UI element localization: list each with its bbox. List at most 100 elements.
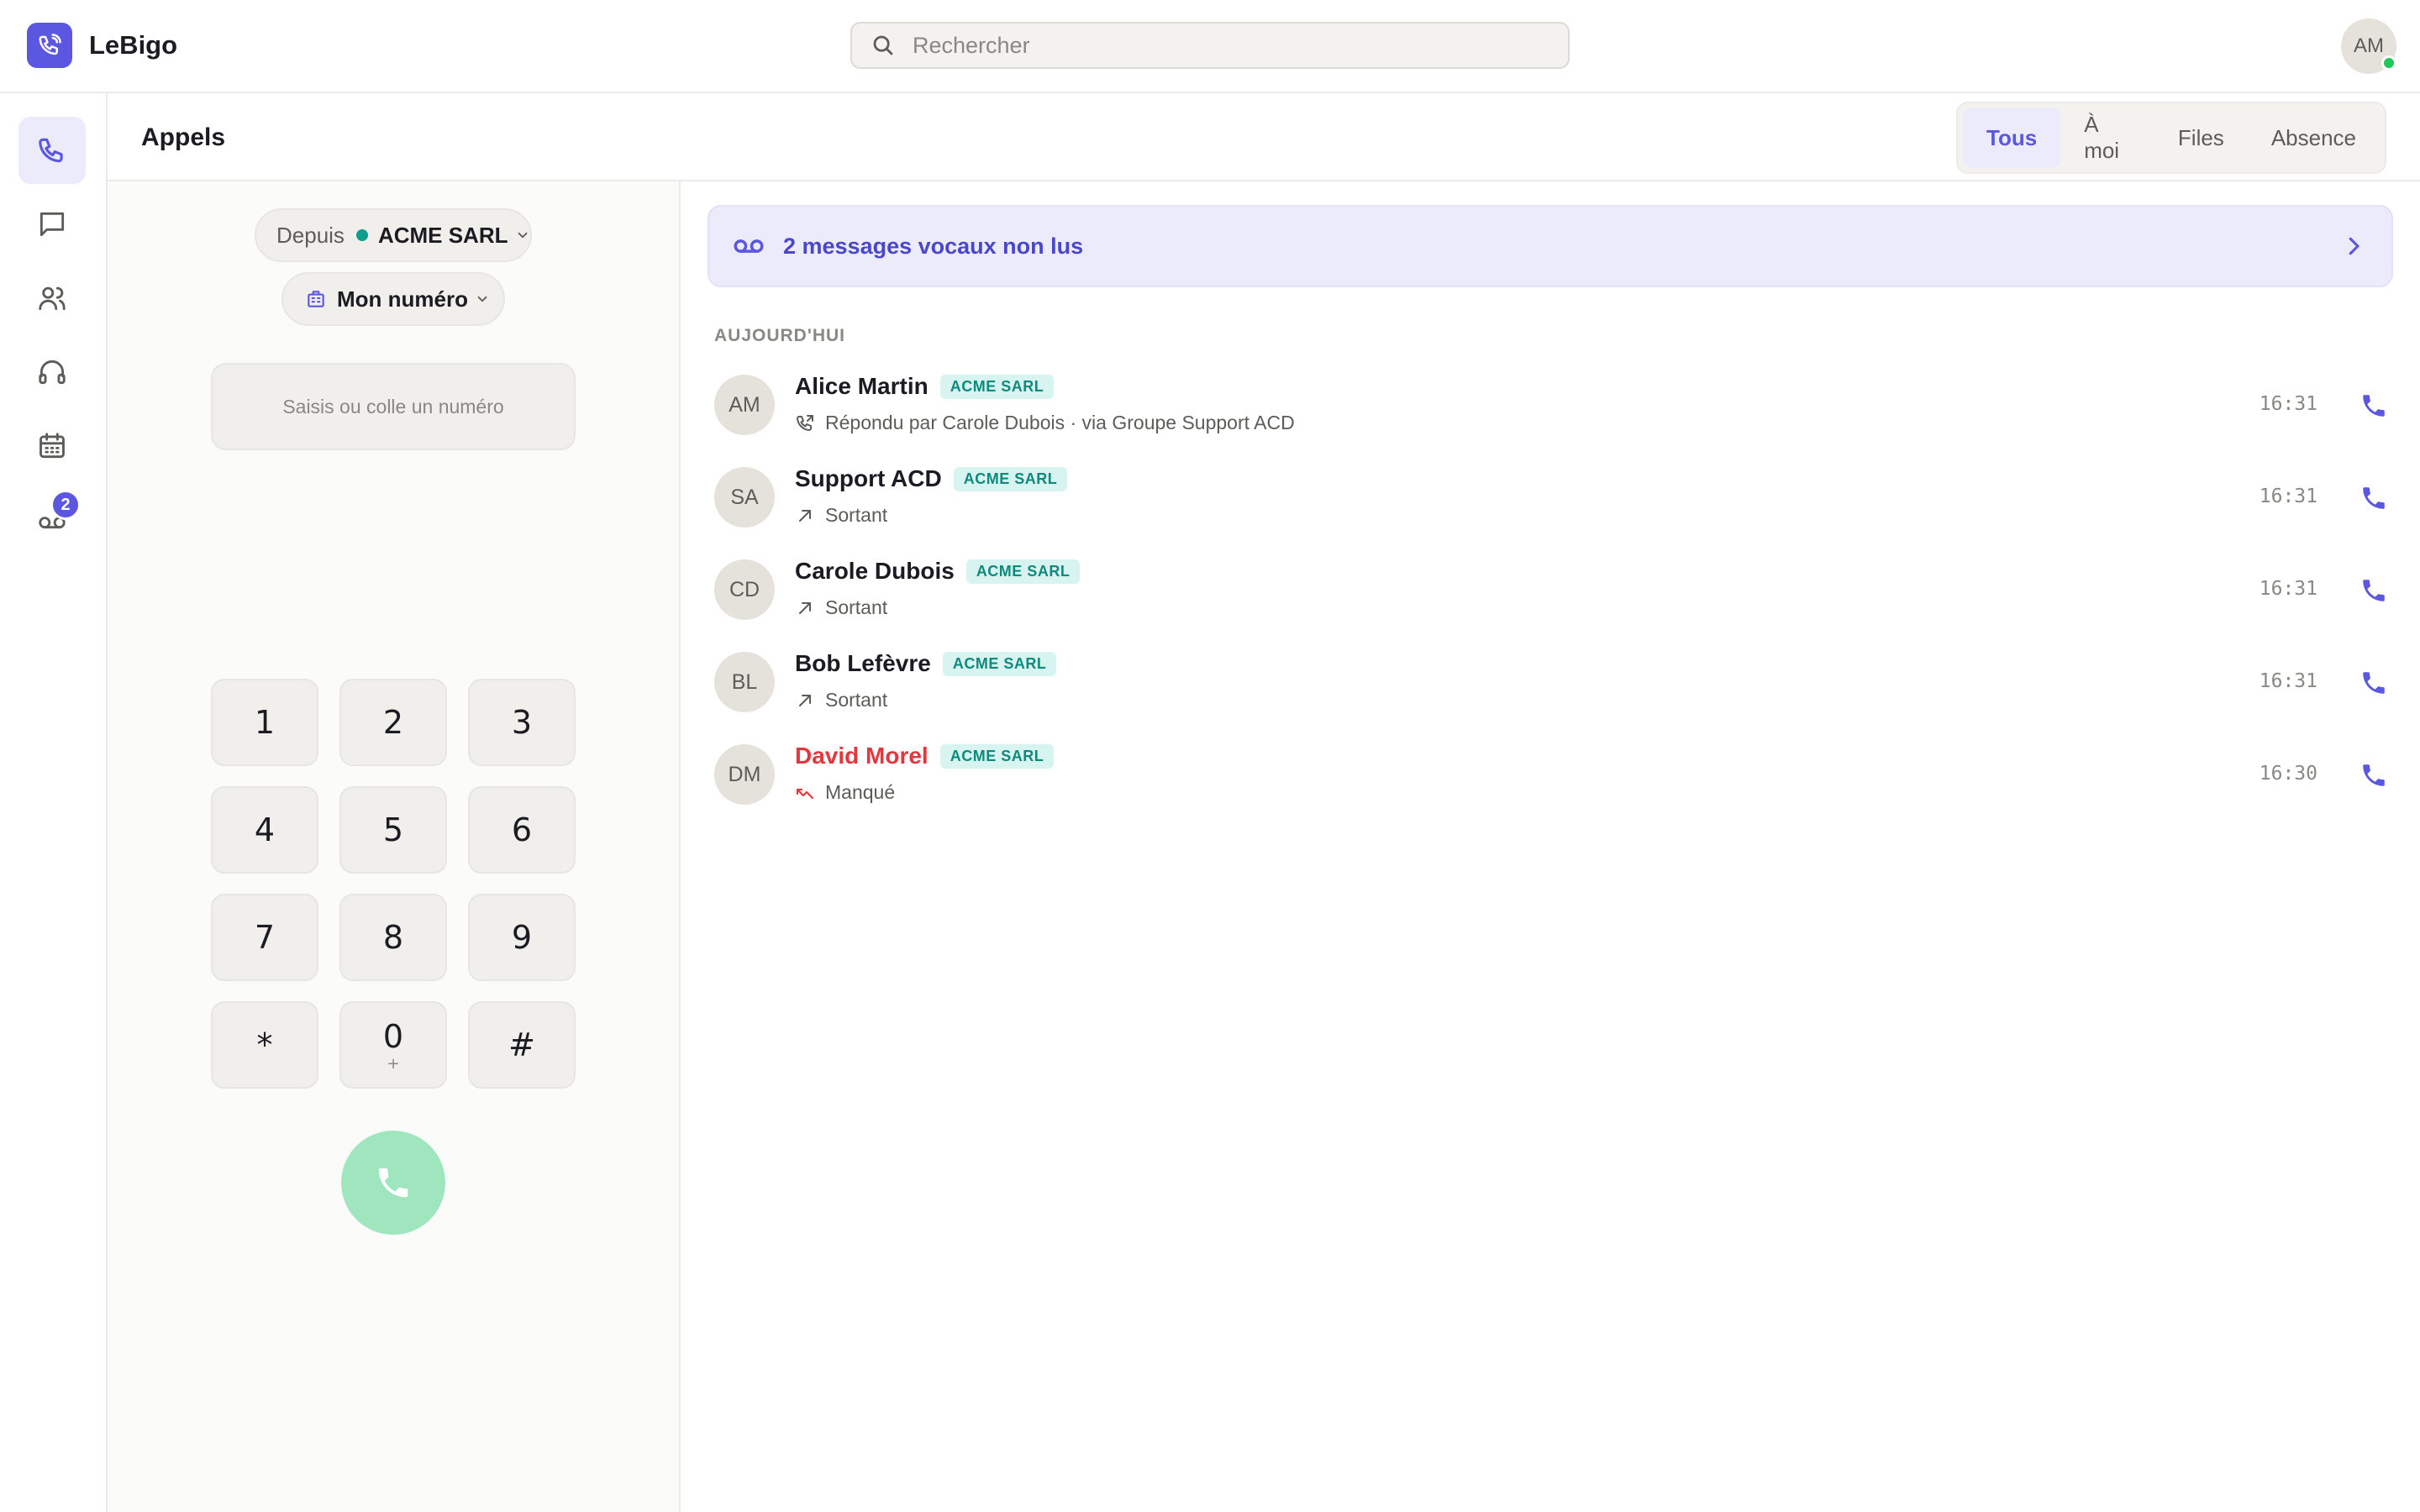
phone-icon[interactable] [2360, 576, 2388, 605]
key-digit: 5 [382, 811, 404, 848]
nav-calls[interactable] [18, 117, 86, 184]
contact-avatar: AM [714, 375, 775, 435]
contact-avatar: DM [714, 744, 775, 805]
phone-icon[interactable] [2360, 484, 2388, 512]
call-row[interactable]: BL Bob Lefèvre ACME SARL Sortant 16:31 [708, 638, 2393, 731]
phone-icon[interactable] [2360, 391, 2388, 420]
phone-icon [378, 1168, 408, 1198]
top-bar: LeBigo AM [0, 0, 2420, 93]
number-input[interactable] [225, 395, 561, 418]
key-3[interactable]: 3 [468, 679, 576, 766]
call-button[interactable] [341, 1131, 445, 1235]
call-detail: Sortant [825, 689, 888, 711]
key-digit: 2 [382, 704, 404, 741]
user-initials: AM [2354, 34, 2384, 57]
call-detail: Répondu par Carole Dubois · via Groupe S… [825, 412, 1295, 433]
call-time: 16:31 [2259, 578, 2317, 600]
org-tag: ACME SARL [939, 743, 1055, 769]
key-digit: 8 [382, 919, 404, 956]
key-digit: * [256, 1026, 273, 1063]
call-detail: Sortant [825, 504, 888, 526]
page-header: Appels Tous À moi Files Absence [108, 93, 2420, 181]
phone-icon [39, 138, 63, 163]
key-1[interactable]: 1 [211, 679, 318, 766]
key-5[interactable]: 5 [339, 786, 447, 874]
app-logo-icon[interactable] [27, 23, 72, 68]
key-6[interactable]: 6 [468, 786, 576, 874]
missed-call-icon [796, 788, 814, 799]
number-input-box[interactable] [211, 363, 576, 450]
nav-contacts[interactable] [18, 265, 86, 332]
key-sub: + [387, 1055, 400, 1073]
org-status-dot [355, 229, 368, 241]
calendar-icon [39, 433, 65, 459]
from-label: Depuis [276, 222, 345, 248]
online-status-indicator [2381, 55, 2396, 71]
call-row[interactable]: AM Alice Martin ACME SARL Répondu par Car… [708, 361, 2393, 454]
phone-icon[interactable] [2360, 761, 2388, 790]
key-digit: 3 [511, 704, 533, 741]
key-digit: 4 [254, 811, 276, 848]
key-star[interactable]: * [211, 1001, 318, 1089]
tab-absence[interactable]: Absence [2248, 108, 2380, 168]
dialer-panel: Depuis ACME SARL Mon numéro 1 2 3 4 5 6 … [108, 181, 681, 1512]
key-4[interactable]: 4 [211, 786, 318, 874]
arrow-up-right-icon [799, 694, 811, 706]
section-label-today: AUJOURD'HUI [714, 326, 846, 345]
headset-icon [39, 360, 66, 385]
chevron-right-icon [2349, 237, 2360, 255]
search-box[interactable] [850, 22, 1570, 69]
contact-name: Bob Lefèvre [795, 650, 931, 676]
key-hash[interactable]: # [468, 1001, 576, 1089]
users-icon [39, 286, 66, 311]
tab-all[interactable]: Tous [1963, 108, 2061, 168]
arrow-up-right-icon [799, 601, 811, 614]
key-0[interactable]: 0 + [339, 1001, 447, 1089]
voicemail-text: 2 messages vocaux non lus [783, 233, 1084, 259]
key-digit: 9 [511, 919, 533, 956]
nav-calendar[interactable] [18, 412, 86, 480]
call-filter-tabs: Tous À moi Files Absence [1956, 102, 2386, 174]
contact-avatar: BL [714, 652, 775, 712]
call-detail: Manqué [825, 781, 896, 803]
contact-name: Carole Dubois [795, 558, 955, 584]
key-9[interactable]: 9 [468, 894, 576, 981]
org-tag: ACME SARL [965, 559, 1081, 584]
contact-name: Alice Martin [795, 373, 929, 399]
call-time: 16:31 [2259, 393, 2317, 415]
org-tag: ACME SARL [939, 374, 1055, 399]
voicemail-icon [734, 239, 764, 253]
nav-messages[interactable] [18, 191, 86, 258]
number-label: Mon numéro [337, 286, 468, 312]
arrow-up-right-icon [799, 509, 811, 522]
tab-queues[interactable]: Files [2154, 108, 2248, 168]
voicemail-banner[interactable]: 2 messages vocaux non lus [708, 205, 2393, 287]
call-row[interactable]: CD Carole Dubois ACME SARL Sortant 16:31 [708, 546, 2393, 638]
key-digit: 1 [254, 704, 276, 741]
phone-icon[interactable] [2360, 669, 2388, 697]
call-time: 16:31 [2259, 670, 2317, 692]
key-8[interactable]: 8 [339, 894, 447, 981]
call-row[interactable]: DM David Morel ACME SARL Manqué 16:30 [708, 731, 2393, 823]
key-7[interactable]: 7 [211, 894, 318, 981]
chat-icon [39, 212, 65, 237]
caller-org-selector[interactable]: Depuis ACME SARL [255, 208, 532, 262]
org-tag: ACME SARL [942, 651, 1057, 676]
user-avatar[interactable]: AM [2341, 18, 2396, 74]
from-org: ACME SARL [377, 222, 508, 248]
nav-support[interactable] [18, 339, 86, 406]
call-detail: Sortant [825, 596, 888, 618]
key-digit: 0 [382, 1018, 404, 1055]
search-input[interactable] [913, 32, 1551, 59]
nav-voicemail[interactable]: 2 [18, 486, 86, 554]
contact-name: Support ACD [795, 465, 942, 491]
chevron-down-icon [477, 296, 487, 302]
key-2[interactable]: 2 [339, 679, 447, 766]
caller-number-selector[interactable]: Mon numéro [281, 272, 505, 326]
org-tag: ACME SARL [953, 466, 1068, 491]
tab-mine[interactable]: À moi [2060, 108, 2154, 168]
key-digit: 6 [511, 811, 533, 848]
chevron-down-icon [518, 232, 527, 239]
call-row[interactable]: SA Support ACD ACME SARL Sortant 16:31 [708, 454, 2393, 546]
call-time: 16:31 [2259, 486, 2317, 507]
